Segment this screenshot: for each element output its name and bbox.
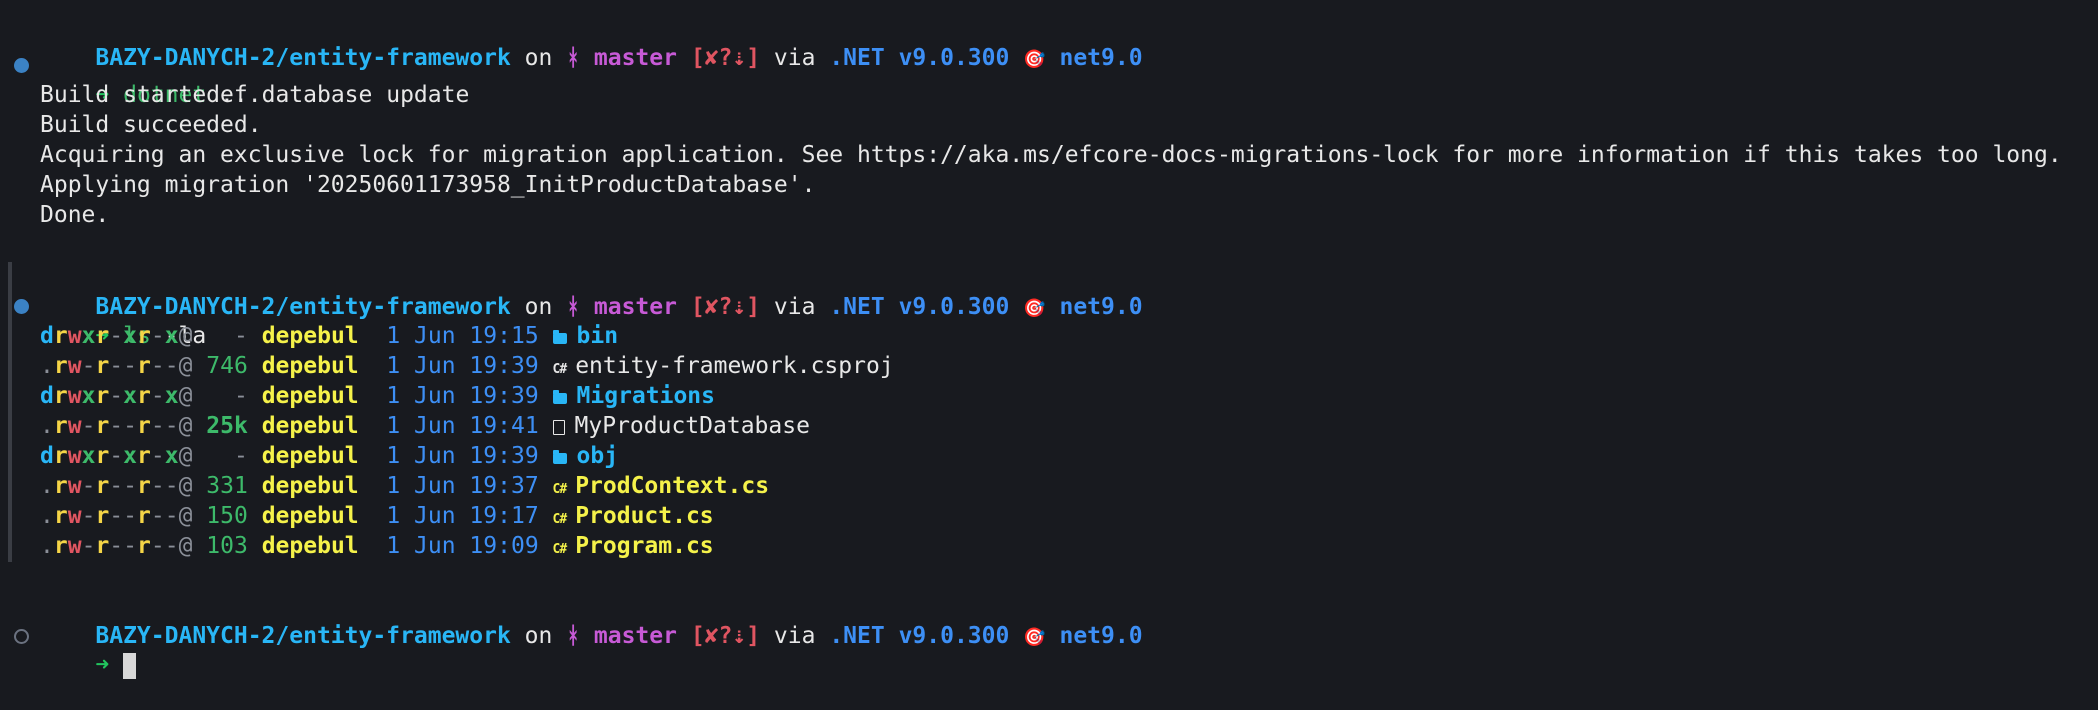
command-status-dot[interactable] xyxy=(14,629,29,644)
list-item: .rw-r--r--@ 103 depebul 1 Jun 19:09 C# Pr… xyxy=(40,531,714,561)
text-cursor[interactable] xyxy=(123,652,137,679)
file-name[interactable]: Program.cs xyxy=(575,533,713,559)
list-item: .rw-r--r--@ 150 depebul 1 Jun 19:17 C# Pr… xyxy=(40,501,714,531)
dotnet-version: .NET v9.0.300 xyxy=(829,45,1010,71)
target-framework: net9.0 xyxy=(1059,623,1143,649)
git-status: [✘?⇣] xyxy=(690,45,761,71)
target-icon: 🎯 xyxy=(1023,298,1046,319)
file-owner: depebul xyxy=(261,503,359,529)
output-line: Build started... xyxy=(40,82,262,108)
folder-icon xyxy=(552,330,567,344)
file-size: - xyxy=(192,323,248,349)
permissions: drwxr-xr-x@ xyxy=(40,323,193,349)
git-branch-icon: ᚼ xyxy=(566,294,581,320)
terminal-window[interactable]: BAZY-DANYCH-2/entity-framework on ᚼ mast… xyxy=(0,0,2098,679)
permissions: .rw-r--r--@ xyxy=(40,473,193,499)
file-size: 746 xyxy=(192,353,248,379)
file-size: - xyxy=(192,383,248,409)
git-branch: master xyxy=(593,45,677,71)
file-icon xyxy=(552,420,565,435)
folder-icon xyxy=(552,390,567,404)
prompt-line: BAZY-DANYCH-2/entity-framework on ᚼ mast… xyxy=(95,294,1143,320)
dotnet-version: .NET v9.0.300 xyxy=(829,294,1010,320)
file-name[interactable]: Product.cs xyxy=(575,503,713,529)
file-owner: depebul xyxy=(261,533,359,559)
command-gutter xyxy=(8,262,12,562)
prompt-arrow-icon: ➜ xyxy=(95,652,110,678)
prompt-line: BAZY-DANYCH-2/entity-framework on ᚼ mast… xyxy=(95,623,1143,649)
permissions: drwxr-xr-x@ xyxy=(40,443,193,469)
file-owner: depebul xyxy=(261,383,359,409)
directory-name[interactable]: bin xyxy=(577,323,619,349)
file-name[interactable]: ProdContext.cs xyxy=(575,473,769,499)
target-framework: net9.0 xyxy=(1059,294,1143,320)
folder-icon xyxy=(552,450,567,464)
file-date: 1 Jun 19:39 xyxy=(386,443,539,469)
file-name[interactable]: MyProductDatabase xyxy=(575,413,810,439)
file-date: 1 Jun 19:17 xyxy=(386,503,539,529)
output-line: Done. xyxy=(40,202,110,228)
list-item: drwxr-xr-x@ - depebul 1 Jun 19:15 bin xyxy=(40,321,618,351)
permissions: .rw-r--r--@ xyxy=(40,533,193,559)
permissions: .rw-r--r--@ xyxy=(40,353,193,379)
command-status-dot[interactable] xyxy=(14,58,29,73)
git-branch-icon: ᚼ xyxy=(566,45,581,71)
file-size: 150 xyxy=(192,503,248,529)
list-item: .rw-r--r--@ 331 depebul 1 Jun 19:37 C# Pr… xyxy=(40,471,769,501)
output-line: Applying migration '20250601173958_InitP… xyxy=(40,172,816,198)
file-owner: depebul xyxy=(261,323,359,349)
csharp-icon: C# xyxy=(552,542,568,557)
file-size: 331 xyxy=(192,473,248,499)
prompt-path: BAZY-DANYCH-2/entity-framework xyxy=(95,623,511,649)
list-item: .rw-r--r--@ 25k depebul 1 Jun 19:41 MyPr… xyxy=(40,411,810,441)
file-size: 103 xyxy=(192,533,248,559)
file-date: 1 Jun 19:37 xyxy=(386,473,539,499)
input-line[interactable]: ➜ xyxy=(40,620,137,679)
list-item: drwxr-xr-x@ - depebul 1 Jun 19:39 Migrat… xyxy=(40,381,715,411)
file-owner: depebul xyxy=(261,413,359,439)
file-date: 1 Jun 19:15 xyxy=(386,323,539,349)
file-date: 1 Jun 19:39 xyxy=(386,383,539,409)
list-item: drwxr-xr-x@ - depebul 1 Jun 19:39 obj xyxy=(40,441,618,471)
command-line: ➜ dotnet ef database update xyxy=(40,50,469,108)
git-branch-icon: ᚼ xyxy=(566,623,581,649)
git-status: [✘?⇣] xyxy=(690,623,761,649)
directory-name[interactable]: obj xyxy=(577,443,619,469)
output-line: Acquiring an exclusive lock for migratio… xyxy=(40,142,2062,168)
git-branch: master xyxy=(593,623,677,649)
file-owner: depebul xyxy=(261,443,359,469)
dotnet-version: .NET v9.0.300 xyxy=(829,623,1010,649)
file-size: - xyxy=(192,443,248,469)
list-item: .rw-r--r--@ 746 depebul 1 Jun 19:39 C# en… xyxy=(40,351,894,381)
output-line: Build succeeded. xyxy=(40,112,262,138)
permissions: .rw-r--r--@ xyxy=(40,503,193,529)
target-icon: 🎯 xyxy=(1023,49,1046,70)
git-branch: master xyxy=(593,294,677,320)
target-framework: net9.0 xyxy=(1059,45,1143,71)
permissions: drwxr-xr-x@ xyxy=(40,383,193,409)
file-name[interactable]: entity-framework.csproj xyxy=(575,353,894,379)
directory-name[interactable]: Migrations xyxy=(577,383,715,409)
file-size: 25k xyxy=(192,413,248,439)
permissions: .rw-r--r--@ xyxy=(40,413,193,439)
target-icon: 🎯 xyxy=(1023,627,1046,648)
command-status-dot[interactable] xyxy=(14,299,29,314)
file-owner: depebul xyxy=(261,473,359,499)
command-line: ➜ ls -la xyxy=(40,291,206,349)
prompt-line: BAZY-DANYCH-2/entity-framework on ᚼ mast… xyxy=(95,45,1143,71)
file-date: 1 Jun 19:39 xyxy=(386,353,539,379)
git-status: [✘?⇣] xyxy=(690,294,761,320)
file-date: 1 Jun 19:41 xyxy=(386,413,539,439)
file-owner: depebul xyxy=(261,353,359,379)
file-date: 1 Jun 19:09 xyxy=(386,533,539,559)
